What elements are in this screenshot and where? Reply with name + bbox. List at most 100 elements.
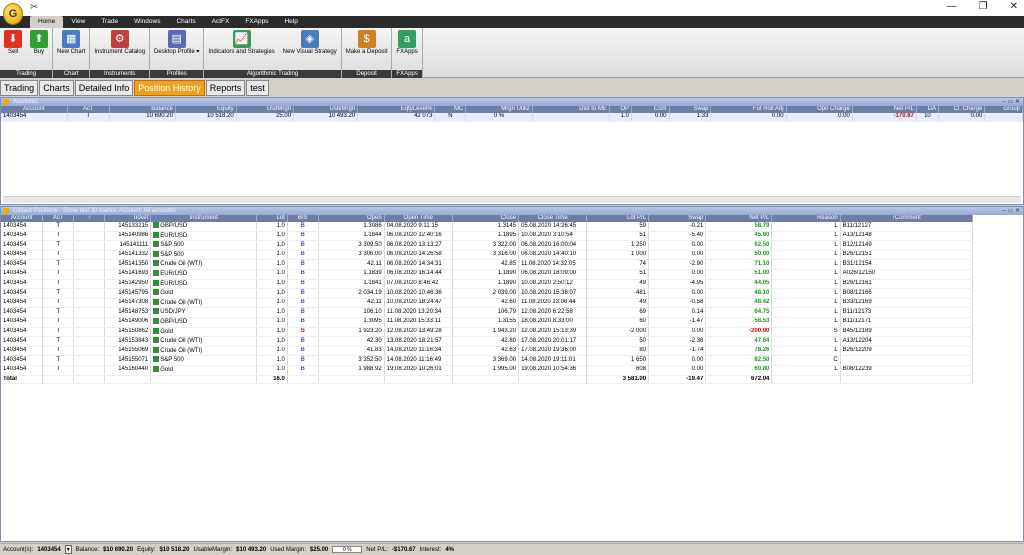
tab-trading[interactable]: Trading — [0, 80, 39, 96]
position-cell: GBP/USD — [150, 222, 257, 232]
closed-position-row[interactable]: 1403454 T 145147308 Crude Oil (WTI) 1.0 B 42.1… — [1, 298, 974, 309]
closed-position-row[interactable]: 1403454 T 145141332 S&P 500 1.0 B 3 306.00 06.0… — [1, 250, 974, 261]
column-header[interactable]: Swap — [648, 215, 707, 222]
closed-position-row[interactable]: 1403454 T 145142950 EUR/USD 1.0 B 1.1841 07.08.… — [1, 279, 974, 290]
position-cell: T — [42, 346, 75, 357]
closed-position-row[interactable]: 1403454 T 145153843 Crude Oil (WTI) 1.0 B 42.3… — [1, 336, 974, 347]
closed-position-row[interactable]: 1403454 T 145155071 S&P 500 1.0 B 3 352.50 14.0… — [1, 355, 974, 366]
position-cell: 41.83 — [318, 346, 385, 357]
column-header[interactable]: Fut Roll Adj — [710, 106, 787, 113]
column-header[interactable]: Account — [1, 106, 68, 113]
column-header[interactable]: OP — [609, 106, 632, 113]
column-header[interactable]: AcT — [67, 106, 110, 113]
column-header[interactable]: Balance — [109, 106, 176, 113]
menu-charts[interactable]: Charts — [168, 16, 203, 28]
position-cell: B — [287, 279, 319, 290]
accounts-horizontal-scrollbar[interactable] — [3, 196, 1021, 203]
instrument-name: S&P 500 — [160, 357, 184, 364]
closed-position-row[interactable]: 1403454 T 145149006 GBP/USD 1.0 B 1.3095 11.08.… — [1, 317, 974, 328]
menu-trade[interactable]: Trade — [93, 16, 126, 28]
menu-help[interactable]: Help — [276, 16, 305, 28]
position-cell: 60 — [586, 317, 650, 328]
fxapps-button[interactable]: a FXApps — [392, 30, 421, 70]
position-cell: 18.08.2020 8:33:00 — [518, 317, 588, 328]
position-cell: EUR/USD — [150, 279, 257, 290]
column-header[interactable]: Group — [984, 106, 1023, 113]
column-header[interactable]: Account — [1, 215, 44, 222]
menu-view[interactable]: View — [63, 16, 93, 28]
position-cell: 145141350 — [104, 259, 152, 270]
tab-position-history[interactable]: Position History — [134, 80, 205, 96]
menu-home[interactable]: Home — [30, 16, 64, 28]
column-header[interactable]: Open — [318, 215, 385, 222]
column-header[interactable]: ↑ — [73, 215, 105, 222]
new-chart-button[interactable]: ▦ New Chart — [53, 30, 89, 70]
panel-controls-icon[interactable]: – ▭ ✕ — [1003, 207, 1020, 215]
column-header[interactable]: Lot P/L — [586, 215, 650, 222]
menu-windows[interactable]: Windows — [126, 16, 168, 28]
sell-button[interactable]: ⬇ Sell — [0, 30, 26, 70]
close-icon[interactable]: ✕ — [1010, 1, 1018, 12]
column-header[interactable]: Close Time — [518, 215, 588, 222]
total-cell: 3 581.00 — [586, 374, 650, 385]
column-header[interactable]: AcT — [42, 215, 75, 222]
column-header[interactable]: Lot — [256, 215, 288, 222]
quick-access-icon[interactable]: ✂ — [30, 2, 38, 13]
closed-position-row[interactable]: 1403454 T 145148753 USD/JPY 1.0 B 106.10 11.08.… — [1, 307, 974, 318]
column-header[interactable]: Swap — [669, 106, 712, 113]
desktop-profile-button[interactable]: ▤ Desktop Profile ▾ — [150, 30, 203, 70]
closed-position-row[interactable]: 1403454 T 145145795 Gold 1.0 B 2 034.19 10.08.2… — [1, 288, 974, 299]
tab-charts[interactable]: Charts — [39, 80, 74, 96]
closed-position-row[interactable]: 1403454 T 145155069 Crude Oil (WTI) 1.0 B 41.8… — [1, 346, 974, 357]
column-header[interactable]: Reason — [771, 215, 841, 222]
column-header[interactable]: UsblMrgn — [293, 106, 359, 113]
make-deposit-button[interactable]: $ Make a Deposit — [342, 30, 392, 70]
closed-position-row[interactable]: 1403454 T 145160440 Gold 1.0 B 1 988.92 19.08.2… — [1, 365, 974, 376]
closed-position-row[interactable]: 1403454 T 145133215 GBP/USD 1.0 B 1.3086 04.08.… — [1, 222, 974, 232]
menu-fxapps[interactable]: FXApps — [237, 16, 276, 28]
ribbon-group-buttons: ⚙ Instrument Catalog — [90, 28, 149, 70]
minimize-icon[interactable]: — — [947, 1, 957, 12]
account-dropdown-icon[interactable]: ▾ — [64, 545, 72, 554]
new-visual-strategy-button[interactable]: ◈ New Visual Strategy — [279, 30, 341, 70]
column-header[interactable]: Opn Charge — [786, 106, 853, 113]
column-header[interactable]: Close — [452, 215, 520, 222]
column-header[interactable]: ↑Comment — [840, 215, 974, 222]
column-header[interactable]: Instrument — [150, 215, 257, 222]
column-header[interactable]: DA — [916, 106, 939, 113]
column-header[interactable]: Mrgn Utiliz — [465, 106, 533, 113]
restore-icon[interactable]: ❐ — [979, 1, 988, 12]
closed-position-row[interactable]: 1403454 T 145150862 Gold 1.0 S 1 923.20 12.08.2… — [1, 327, 974, 338]
accounts-panel: Accounts – ▭ ✕ Account AcT Balance Equity Usd… — [0, 97, 1024, 205]
column-header[interactable]: EqtyLevel% — [357, 106, 436, 113]
column-header[interactable]: MC — [434, 106, 467, 113]
instrument-catalog-button[interactable]: ⚙ Instrument Catalog — [90, 30, 149, 70]
buy-button[interactable]: ⬆ Buy — [26, 30, 52, 70]
position-cell: 14.08.2020 19:11:01 — [518, 355, 588, 366]
menu-actfx[interactable]: ActFX — [204, 16, 238, 28]
column-header[interactable]: B/S — [287, 215, 319, 222]
closed-position-row[interactable]: 1403454 T 145141111 S&P 500 1.0 B 3 309.50 06.0… — [1, 240, 974, 251]
closed-position-row[interactable]: 1403454 T 145141693 EUR/USD 1.0 B 1.1839 06.08.… — [1, 269, 974, 280]
instrument-icon — [153, 346, 160, 353]
position-cell: 1.0 — [256, 298, 288, 309]
column-header[interactable]: Equity — [175, 106, 237, 113]
column-header[interactable]: Cl. Charge — [938, 106, 986, 113]
tab-detailed-info[interactable]: Detailed Info — [74, 80, 134, 96]
account-row[interactable]: 1403454 T 10 690.20 10 518.20 25.00 10 493.20… — [1, 113, 1023, 122]
app-logo[interactable]: G — [3, 3, 23, 25]
interest-value: 4% — [445, 546, 454, 553]
column-header[interactable]: UsdMrgn — [236, 106, 295, 113]
column-header[interactable]: Open Time — [384, 215, 454, 222]
tab-reports[interactable]: Reports — [205, 80, 246, 96]
column-header[interactable]: Net P/L — [852, 106, 917, 113]
column-header[interactable]: Com — [631, 106, 670, 113]
panel-controls-icon[interactable]: – ▭ ✕ — [1003, 98, 1020, 106]
column-header[interactable]: Dist to ME — [532, 106, 610, 113]
closed-position-row[interactable]: 1403454 T 145141350 Crude Oil (WTI) 1.0 B 42.1… — [1, 259, 974, 270]
indicators-button[interactable]: 📈 Indicators and Strategies — [204, 30, 278, 70]
closed-position-row[interactable]: 1403454 T 145140986 EUR/USD 1.0 B 1.1844 06.08.… — [1, 231, 974, 242]
column-header[interactable]: Net P/L — [705, 215, 773, 222]
column-header[interactable]: Ticket — [104, 215, 152, 222]
tab-test[interactable]: test — [246, 80, 269, 96]
